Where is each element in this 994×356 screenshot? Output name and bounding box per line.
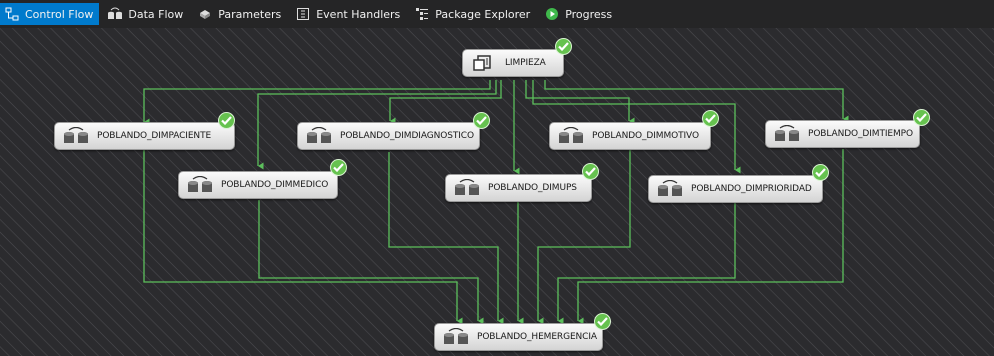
data-flow-task-icon: [187, 176, 213, 194]
event-handlers-icon: [295, 6, 311, 22]
tab-data-flow[interactable]: Data Flow: [103, 3, 189, 25]
task-dimtiempo[interactable]: POBLANDO_DIMTIEMPO: [765, 120, 920, 148]
task-label: POBLANDO_DIMMOTIVO: [592, 131, 699, 141]
constraint-limpieza-dimpaciente[interactable]: [143, 80, 491, 126]
task-limpieza[interactable]: LIMPIEZA: [462, 49, 564, 77]
progress-play-icon: [544, 6, 560, 22]
success-check-icon: [913, 109, 930, 126]
success-check-icon: [812, 164, 829, 181]
data-flow-task-icon: [306, 127, 332, 145]
tab-label: Control Flow: [25, 7, 94, 21]
task-hemergencia[interactable]: POBLANDO_HEMERGENCIA: [434, 323, 603, 351]
data-flow-task-icon: [443, 328, 469, 346]
tab-label: Event Handlers: [316, 7, 401, 21]
success-check-icon: [330, 159, 347, 176]
success-check-icon: [473, 112, 490, 129]
ssis-designer: Control Flow Data Flow Parameters Event …: [0, 0, 994, 356]
task-dimdiagnostico[interactable]: POBLANDO_DIMDIAGNOSTICO: [297, 122, 480, 150]
data-flow-task-icon: [63, 127, 89, 145]
constraint-dimprioridad-hemergencia[interactable]: [557, 203, 736, 325]
task-label: POBLANDO_DIMDIAGNOSTICO: [340, 131, 474, 141]
parameters-icon: [197, 6, 213, 22]
execute-sql-task-icon: [471, 54, 497, 72]
task-label: POBLANDO_DIMPACIENTE: [97, 131, 212, 141]
tab-label: Data Flow: [128, 7, 184, 21]
tab-package-explorer[interactable]: Package Explorer: [410, 3, 536, 25]
data-flow-task-icon: [774, 125, 800, 143]
task-dimprioridad[interactable]: POBLANDO_DIMPRIORIDAD: [648, 175, 823, 203]
success-check-icon: [582, 163, 599, 180]
task-dimmotivo[interactable]: POBLANDO_DIMMOTIVO: [549, 122, 711, 150]
task-dimmedico[interactable]: POBLANDO_DIMMEDICO: [178, 171, 338, 199]
success-check-icon: [218, 112, 235, 129]
task-dimpaciente[interactable]: POBLANDO_DIMPACIENTE: [54, 122, 235, 150]
task-label: POBLANDO_DIMPRIORIDAD: [691, 184, 812, 194]
task-label: POBLANDO_DIMUPS: [488, 183, 577, 193]
tab-label: Package Explorer: [435, 7, 531, 21]
tab-event-handlers[interactable]: Event Handlers: [291, 3, 406, 25]
control-flow-icon: [4, 6, 20, 22]
task-dimups[interactable]: POBLANDO_DIMUPS: [445, 174, 592, 202]
constraint-dimmedico-hemergencia[interactable]: [258, 200, 484, 325]
tab-label: Parameters: [218, 7, 282, 21]
task-label: POBLANDO_DIMTIEMPO: [808, 129, 913, 139]
task-label: POBLANDO_DIMMEDICO: [221, 180, 329, 190]
data-flow-icon: [107, 6, 123, 22]
success-check-icon: [555, 38, 572, 55]
success-check-icon: [702, 110, 719, 127]
task-label: POBLANDO_HEMERGENCIA: [477, 332, 597, 342]
designer-tab-bar: Control Flow Data Flow Parameters Event …: [0, 0, 994, 28]
constraint-limpieza-dimtiempo[interactable]: [544, 80, 849, 123]
tab-label: Progress: [565, 7, 613, 21]
tab-progress[interactable]: Progress: [540, 3, 618, 25]
data-flow-task-icon: [657, 180, 683, 198]
control-flow-canvas[interactable]: LIMPIEZA POBLANDO_DIMPACIENTE POBLANDO_D…: [0, 28, 994, 356]
task-label: LIMPIEZA: [505, 58, 546, 68]
data-flow-task-icon: [454, 179, 480, 197]
tab-parameters[interactable]: Parameters: [193, 3, 287, 25]
tab-control-flow[interactable]: Control Flow: [0, 3, 100, 25]
constraint-limpieza-dimmotivo[interactable]: [525, 80, 635, 125]
package-explorer-icon: [414, 6, 430, 22]
success-check-icon: [594, 313, 611, 330]
data-flow-task-icon: [558, 127, 584, 145]
